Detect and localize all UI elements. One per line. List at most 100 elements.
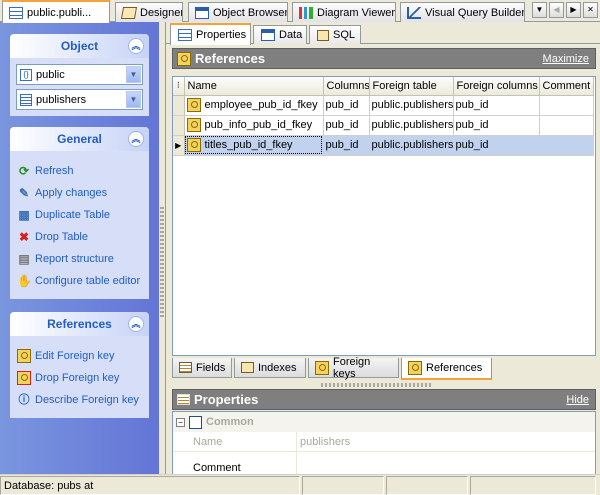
tab-label: References	[426, 362, 483, 374]
column-header-comment[interactable]: Comment	[539, 77, 594, 96]
cell-name[interactable]: pub_info_pub_id_fkey	[184, 115, 324, 136]
references-grid[interactable]: ⁝ Name Columns Foreign table Foreign col…	[172, 76, 596, 356]
close-tab-button[interactable]: ✕	[583, 2, 598, 18]
group-checkbox[interactable]	[189, 415, 202, 429]
drop-foreign-key-icon	[17, 371, 31, 385]
indexes-icon	[241, 362, 254, 373]
configure-table-editor-link[interactable]: ✋ Configure table editor	[10, 270, 149, 292]
tab-foreign-keys[interactable]: Foreign keys	[308, 356, 399, 380]
column-header-foreign-table[interactable]: Foreign table	[369, 77, 454, 96]
horizontal-splitter-grip[interactable]	[321, 383, 431, 387]
references-group: References ︽ Edit Foreign key Drop Forei…	[10, 312, 149, 418]
tab-label: Diagram Viewer	[317, 6, 396, 19]
drop-table-link[interactable]: ✖ Drop Table	[10, 226, 149, 248]
maximize-link[interactable]: Maximize	[543, 53, 589, 65]
collapse-icon[interactable]: ︽	[128, 38, 144, 54]
references-group-header[interactable]: References ︽	[10, 312, 149, 336]
tab-diagram-viewer[interactable]: Diagram Viewer	[292, 2, 396, 22]
property-value[interactable]: publishers	[297, 432, 595, 451]
tab-list-dropdown-button[interactable]: ▼	[532, 2, 547, 18]
table-editor-content: Properties Data SQL References Maximize …	[165, 22, 600, 485]
group-title: General	[57, 132, 102, 146]
chevron-down-icon[interactable]: ▼	[126, 66, 141, 83]
report-structure-link[interactable]: ▤ Report structure	[10, 248, 149, 270]
tab-fields[interactable]: Fields	[172, 358, 232, 378]
tab-indexes[interactable]: Indexes	[234, 358, 306, 378]
cell-name[interactable]: titles_pub_id_fkey	[184, 135, 324, 156]
status-panel	[386, 476, 468, 495]
tab-sql[interactable]: SQL	[309, 25, 361, 44]
link-label: Refresh	[35, 165, 74, 177]
schema-select[interactable]: {} public ▼	[16, 64, 143, 85]
hide-link[interactable]: Hide	[566, 394, 589, 406]
table-row[interactable]: employee_pub_id_fkey pub_id public.publi…	[173, 95, 594, 116]
cell-columns[interactable]: pub_id	[323, 95, 370, 116]
tab-label: SQL	[333, 29, 356, 41]
fields-icon	[179, 362, 192, 373]
cell-foreign-table[interactable]: public.publishers	[369, 115, 454, 136]
collapse-icon[interactable]: ︽	[128, 131, 144, 147]
link-label: Apply changes	[35, 187, 108, 199]
table-row-selected[interactable]: ▶ titles_pub_id_fkey pub_id public.publi…	[173, 135, 594, 156]
editor-sub-tabs: Properties Data SQL	[166, 22, 600, 45]
edit-foreign-key-link[interactable]: Edit Foreign key	[10, 345, 149, 367]
cell-name[interactable]: employee_pub_id_fkey	[184, 95, 324, 116]
general-group-header[interactable]: General ︽	[10, 127, 149, 151]
refresh-link[interactable]: ⟳ Refresh	[10, 160, 149, 182]
cell-foreign-table[interactable]: public.publishers	[369, 135, 454, 156]
cell-foreign-columns[interactable]: pub_id	[453, 135, 540, 156]
foreign-key-icon	[186, 138, 201, 152]
cell-comment[interactable]	[539, 115, 594, 136]
cell-columns[interactable]: pub_id	[323, 115, 370, 136]
bottom-tab-strip: Fields Indexes Foreign keys References	[172, 356, 596, 380]
report-structure-icon: ▤	[18, 252, 30, 266]
cell-columns[interactable]: pub_id	[323, 135, 370, 156]
column-header-columns[interactable]: Columns	[323, 77, 370, 96]
link-label: Report structure	[35, 253, 114, 265]
cell-comment[interactable]	[539, 135, 594, 156]
current-row-indicator-icon[interactable]: ▶	[173, 135, 185, 156]
row-indicator[interactable]	[173, 95, 185, 116]
cell-foreign-columns[interactable]: pub_id	[453, 95, 540, 116]
table-row[interactable]: pub_info_pub_id_fkey pub_id public.publi…	[173, 115, 594, 136]
tab-object-browser[interactable]: Object Browser	[188, 2, 288, 22]
grid-corner[interactable]: ⁝	[173, 77, 185, 96]
scroll-tabs-left-button[interactable]: ◀	[549, 2, 564, 18]
cell-foreign-table[interactable]: public.publishers	[369, 95, 454, 116]
tab-data[interactable]: Data	[253, 25, 307, 44]
splitter-grip[interactable]	[160, 207, 164, 317]
foreign-key-icon	[186, 98, 201, 112]
chevron-down-icon[interactable]: ▼	[126, 91, 141, 108]
status-bar: Database: pubs at	[0, 474, 600, 495]
tab-visual-query-builder[interactable]: Visual Query Builder	[400, 2, 525, 22]
object-group-header[interactable]: Object ︽	[10, 34, 149, 58]
tab-label: Visual Query Builder	[425, 6, 525, 19]
duplicate-table-link[interactable]: ▦ Duplicate Table	[10, 204, 149, 226]
drop-foreign-key-link[interactable]: Drop Foreign key	[10, 367, 149, 389]
tab-designer[interactable]: Designer	[115, 2, 183, 22]
describe-foreign-key-link[interactable]: ⓘ Describe Foreign key	[10, 389, 149, 411]
table-select[interactable]: publishers ▼	[16, 89, 143, 110]
data-icon	[261, 29, 275, 41]
property-group-common[interactable]: − Common	[173, 412, 595, 432]
cell-comment[interactable]	[539, 95, 594, 116]
property-row-name[interactable]: Name publishers	[173, 432, 595, 452]
link-label: Configure table editor	[35, 275, 141, 287]
row-indicator[interactable]	[173, 115, 185, 136]
scroll-tabs-right-button[interactable]: ▶	[566, 2, 581, 18]
tab-references[interactable]: References	[401, 358, 492, 380]
panel-title: References	[195, 51, 266, 66]
cell-foreign-columns[interactable]: pub_id	[453, 115, 540, 136]
tab-label: Properties	[196, 29, 247, 41]
column-header-name[interactable]: Name	[184, 77, 324, 96]
column-header-foreign-columns[interactable]: Foreign columns	[453, 77, 540, 96]
collapse-icon[interactable]: ︽	[128, 316, 144, 332]
tab-table-editor[interactable]: public.publi...	[2, 0, 110, 23]
tab-label: Object Browser	[213, 6, 288, 19]
tab-properties[interactable]: Properties	[170, 23, 251, 45]
apply-changes-link[interactable]: ✎ Apply changes	[10, 182, 149, 204]
group-title: References	[47, 317, 112, 331]
object-group: Object ︽ {} public ▼ publishers ▼	[10, 34, 149, 116]
collapse-icon[interactable]: −	[176, 417, 185, 427]
cell-text: titles_pub_id_fkey	[204, 139, 293, 151]
